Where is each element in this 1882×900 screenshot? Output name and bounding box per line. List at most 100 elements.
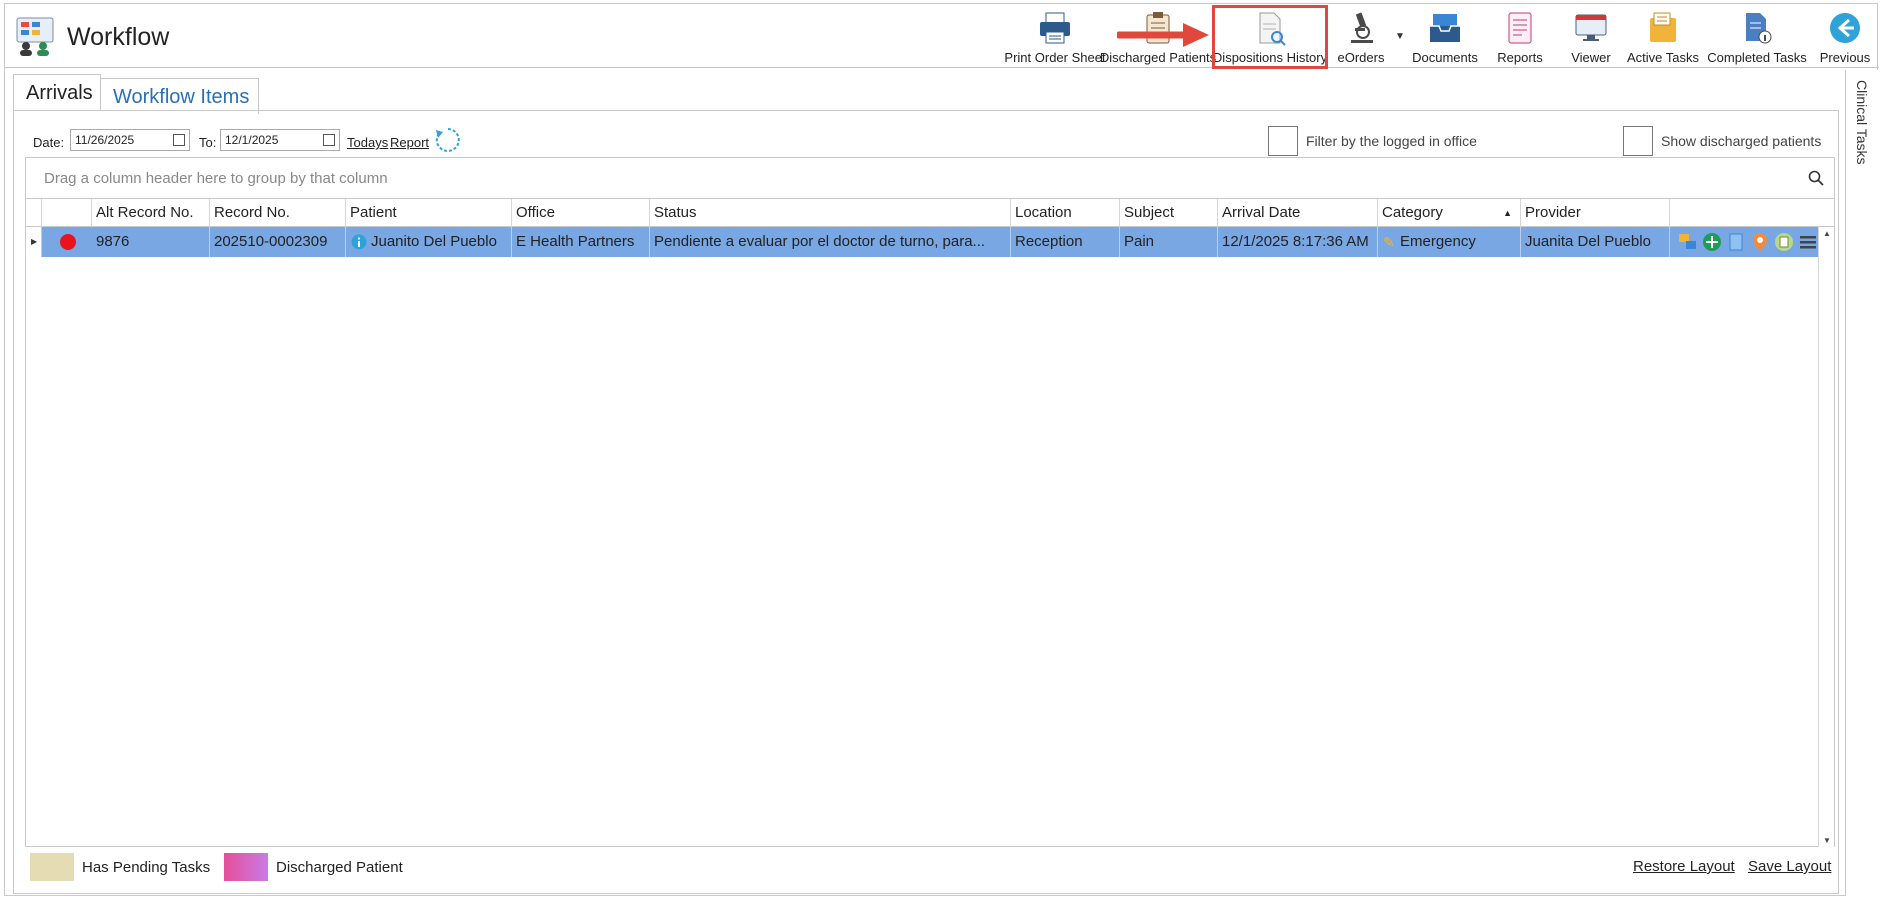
status-indicator-header[interactable] [42,199,92,227]
workflow-app-icon [16,17,54,56]
actions-column-header [1670,199,1820,227]
cell-provider: Juanita Del Pueblo [1521,227,1670,257]
column-header-row: Alt Record No. Record No. Patient Office… [26,199,1834,227]
date-from-field[interactable]: 11/26/2025 [70,129,190,151]
table-row[interactable]: ▶ 9876 202510-0002309 Juanito Del Pueblo… [26,227,1818,257]
clinical-tasks-label: Clinical Tasks [1854,80,1870,165]
pending-tasks-swatch [30,853,74,881]
todays-link[interactable]: Todays [347,135,388,150]
discharged-patient-swatch [224,853,268,881]
sort-ascending-icon: ▲ [1503,208,1512,218]
reports-button[interactable]: Reports [1485,8,1555,66]
column-header-office[interactable]: Office [512,199,650,227]
category-header-label: Category [1382,204,1443,221]
cell-subject: Pain [1120,227,1218,257]
row-actions [1674,227,1818,257]
cell-alt-record-no: 9876 [92,227,210,257]
print-order-sheet-button[interactable]: Print Order Sheet [1004,8,1106,66]
save-layout-link[interactable]: Save Layout [1748,858,1831,875]
documents-label: Documents [1412,50,1478,65]
column-header-provider[interactable]: Provider [1521,199,1670,227]
patient-info-icon[interactable] [351,234,367,250]
column-header-arrival-date[interactable]: Arrival Date [1218,199,1378,227]
vertical-scrollbar[interactable]: ▲ ▼ [1818,227,1834,847]
eorders-button[interactable]: eOrders [1325,8,1397,66]
date-to-field[interactable]: 12/1/2025 [220,129,340,151]
column-header-status[interactable]: Status [650,199,1011,227]
active-tasks-label: Active Tasks [1626,50,1699,65]
column-header-category[interactable]: Category ▲ [1378,199,1521,227]
date-to-value: 12/1/2025 [225,133,279,147]
microscope-icon [1351,12,1373,43]
row-expand-arrow-icon: ▶ [31,237,38,246]
refresh-icon[interactable] [434,126,462,154]
viewer-label: Viewer [1571,50,1611,65]
pending-tasks-label: Has Pending Tasks [82,859,211,876]
scroll-up-icon[interactable]: ▲ [1823,229,1831,238]
show-discharged-label: Show discharged patients [1661,133,1822,149]
document-info-icon [1746,13,1772,44]
location-pin-icon[interactable] [1750,232,1770,252]
category-value: Emergency [1400,233,1476,250]
task-folder-icon [1650,12,1676,42]
scroll-down-icon[interactable]: ▼ [1823,836,1831,845]
tab-workflow-items[interactable]: Workflow Items [101,78,259,114]
cell-status: Pendiente a evaluar por el doctor de tur… [650,227,1011,257]
menu-icon[interactable] [1798,232,1818,252]
eorders-dropdown-caret-icon[interactable]: ▼ [1395,31,1405,42]
completed-tasks-label: Completed Tasks [1707,50,1807,65]
viewer-button[interactable]: Viewer [1555,8,1627,66]
workflow-window: Workflow Print Order Sheet Discharged Pa… [4,3,1879,896]
annotation-highlight-box [1212,5,1328,69]
row-expand-indicator[interactable]: ▶ [26,227,42,257]
arrow-left-icon [1830,13,1860,43]
status-dot-icon [60,234,76,250]
to-label: To: [199,135,217,150]
report-list-icon [1508,12,1532,44]
date-label: Date: [33,135,65,150]
patient-name: Juanito Del Pueblo [371,233,497,250]
filter-office-label: Filter by the logged in office [1306,133,1477,149]
column-header-patient[interactable]: Patient [346,199,512,227]
completed-tasks-button[interactable]: Completed Tasks [1705,8,1809,66]
column-header-location[interactable]: Location [1011,199,1120,227]
arrivals-panel: Date: 11/26/2025 To: 12/1/2025 Todays Re… [13,110,1839,894]
cell-record-no: 202510-0002309 [210,227,346,257]
discharged-patients-label: Discharged Patients [1099,50,1217,65]
column-header-record-no[interactable]: Record No. [210,199,346,227]
cell-office: E Health Partners [512,227,650,257]
calendar-icon[interactable] [173,134,185,146]
previous-button[interactable]: Previous [1813,8,1877,66]
column-header-alt-record[interactable]: Alt Record No. [92,199,210,227]
group-by-panel[interactable]: Drag a column header here to group by th… [26,158,1834,199]
print-order-sheet-label: Print Order Sheet [1004,50,1106,65]
date-from-value: 11/26/2025 [75,133,135,147]
printer-icon [1040,12,1070,44]
clipboard-check-icon[interactable] [1774,232,1794,252]
search-icon[interactable] [1808,170,1824,186]
cell-patient: Juanito Del Pueblo [346,227,512,257]
calendar-icon[interactable] [323,134,335,146]
previous-label: Previous [1819,50,1871,65]
filter-bar: Date: 11/26/2025 To: 12/1/2025 Todays Re… [14,111,1838,161]
report-link[interactable]: Report [390,135,429,150]
clinical-tasks-side-tab[interactable]: Clinical Tasks [1845,70,1879,896]
monitor-icon [1575,14,1607,41]
page-title: Workflow [67,23,170,51]
header-bar: Workflow Print Order Sheet Discharged Pa… [5,4,1879,69]
filter-office-checkbox[interactable] [1268,126,1298,156]
reports-label: Reports [1497,50,1543,65]
column-header-subject[interactable]: Subject [1120,199,1218,227]
tab-arrivals[interactable]: Arrivals [13,74,101,110]
transfer-icon[interactable] [1678,232,1698,252]
restore-layout-link[interactable]: Restore Layout [1633,858,1735,875]
annotation-arrow-icon [1117,23,1209,47]
eorders-label: eOrders [1337,50,1385,65]
add-icon[interactable] [1702,232,1722,252]
cell-location: Reception [1011,227,1120,257]
discharged-patient-label: Discharged Patient [276,859,403,876]
document-icon[interactable] [1726,232,1746,252]
show-discharged-checkbox[interactable] [1623,126,1653,156]
documents-button[interactable]: Documents [1405,8,1485,66]
active-tasks-button[interactable]: Active Tasks [1623,8,1703,66]
